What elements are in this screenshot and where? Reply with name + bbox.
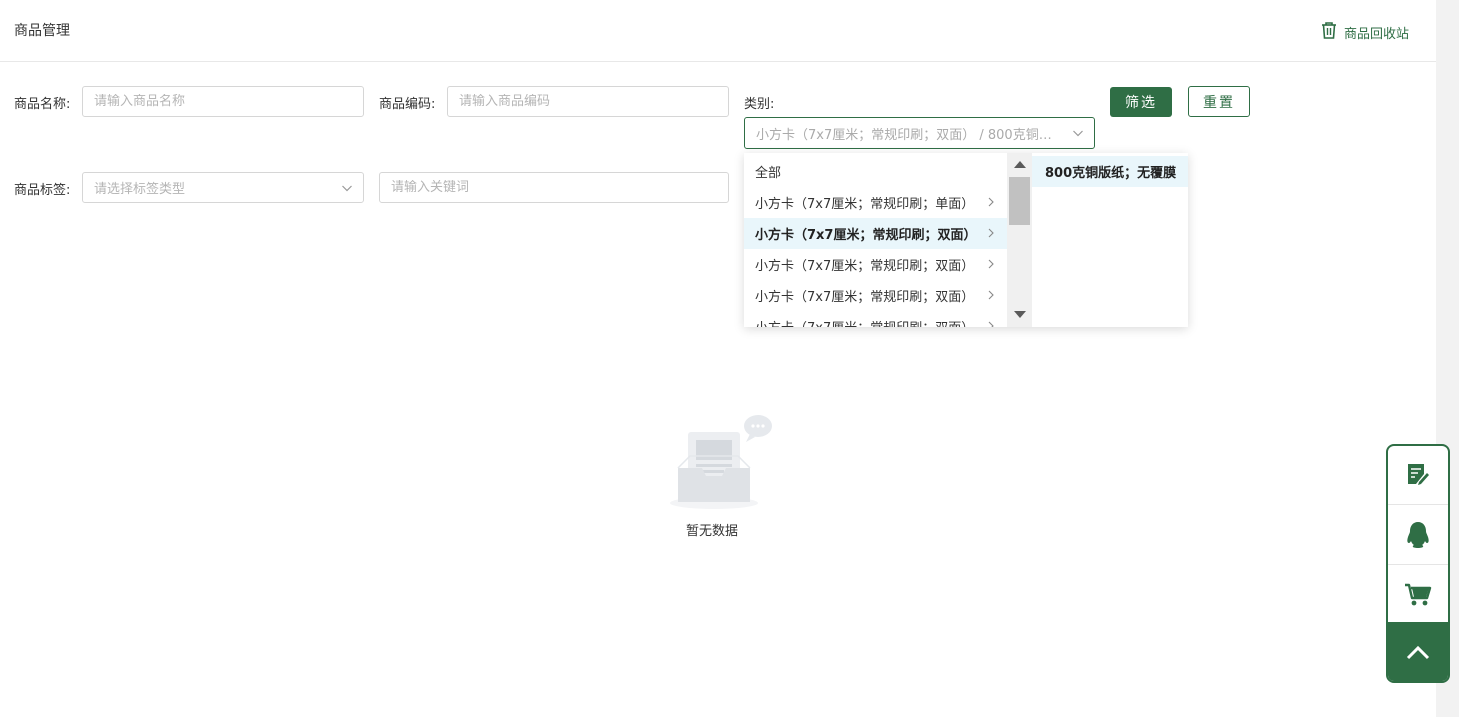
- empty-inbox-icon: [670, 415, 772, 509]
- cascader-option[interactable]: 小方卡（7x7厘米；常规印刷；单面）: [744, 187, 1007, 218]
- chevron-up-icon: [1406, 645, 1430, 659]
- cascader-option[interactable]: 小方卡（7x7厘米；常规印刷；双面）: [744, 280, 1007, 311]
- chevron-right-icon: [988, 197, 994, 207]
- header: 商品管理 商品回收站: [0, 0, 1436, 62]
- scrollbar-thumb[interactable]: [1009, 177, 1030, 225]
- back-to-top-button[interactable]: [1388, 622, 1448, 681]
- product-name-field[interactable]: [82, 86, 364, 117]
- category-label: 类别:: [744, 97, 775, 112]
- cascader-option[interactable]: 小方卡（7x7厘米；常规印刷；双面）: [744, 311, 1007, 327]
- product-code-input[interactable]: [459, 94, 717, 109]
- keyword-field[interactable]: [379, 172, 729, 203]
- cascader-option-label: 小方卡（7x7厘米；常规印刷；双面）: [755, 259, 975, 274]
- cart-button[interactable]: [1388, 566, 1448, 625]
- cascader-option[interactable]: 全部: [744, 156, 1007, 187]
- chevron-right-icon: [988, 259, 994, 269]
- scroll-up-arrow-icon[interactable]: [1014, 161, 1026, 168]
- cascader-option-label: 小方卡（7x7厘米；常规印刷；双面）: [755, 317, 974, 327]
- qq-penguin-icon: [1407, 522, 1429, 548]
- filter-button[interactable]: 筛选: [1110, 87, 1172, 117]
- feedback-button[interactable]: [1388, 446, 1448, 505]
- reset-button[interactable]: 重置: [1188, 86, 1250, 117]
- cascader-option-label: 800克铜版纸；无覆膜: [1045, 166, 1177, 181]
- tag-type-select[interactable]: 请选择标签类型: [82, 172, 364, 203]
- product-name-input[interactable]: [94, 94, 352, 109]
- cascader-option-active[interactable]: 小方卡（7x7厘米；常规印刷；双面）: [744, 218, 1007, 249]
- cascader-option[interactable]: 小方卡（7x7厘米；常规印刷；双面）: [744, 249, 1007, 280]
- recycle-bin-link[interactable]: 商品回收站: [1320, 20, 1409, 44]
- category-cascader-dropdown: 全部 小方卡（7x7厘米；常规印刷；单面） 小方卡（7x7厘米；常规印刷；双面）…: [744, 153, 1188, 327]
- floating-toolbar: [1386, 444, 1450, 683]
- product-code-label: 商品编码:: [379, 97, 436, 112]
- chevron-down-icon: [1073, 130, 1083, 137]
- category-cascader-value: 小方卡（7x7厘米；常规印刷；双面） / 800克铜…: [756, 127, 1052, 143]
- chevron-down-icon: [342, 185, 352, 192]
- page: 商品管理 商品回收站 商品名称: 商品编码: 类别: 小方卡（7x7厘米；常规印…: [0, 0, 1459, 717]
- chevron-right-icon: [988, 228, 994, 238]
- page-title: 商品管理: [14, 23, 70, 39]
- cart-icon: [1405, 583, 1432, 606]
- qq-contact-button[interactable]: [1388, 506, 1448, 565]
- tag-type-placeholder: 请选择标签类型: [94, 182, 186, 197]
- chevron-right-icon: [988, 321, 994, 327]
- empty-state-text: 暂无数据: [686, 524, 739, 539]
- trash-icon: [1320, 20, 1338, 44]
- scroll-down-arrow-icon[interactable]: [1014, 311, 1026, 318]
- empty-state: 暂无数据: [670, 412, 774, 542]
- product-code-field[interactable]: [447, 86, 729, 117]
- cascader-option-label: 小方卡（7x7厘米；常规印刷；双面）: [755, 228, 977, 243]
- cascader-option-label: 小方卡（7x7厘米；常规印刷；单面）: [755, 197, 975, 212]
- keyword-input[interactable]: [391, 180, 717, 195]
- note-edit-icon: [1408, 464, 1429, 485]
- category-cascader[interactable]: 小方卡（7x7厘米；常规印刷；双面） / 800克铜…: [744, 117, 1095, 149]
- chevron-right-icon: [988, 290, 994, 300]
- recycle-bin-label: 商品回收站: [1344, 26, 1410, 42]
- cascader-option-label: 全部: [755, 166, 782, 181]
- cascader-menu-level1: 全部 小方卡（7x7厘米；常规印刷；单面） 小方卡（7x7厘米；常规印刷；双面）…: [744, 153, 1007, 327]
- cascader-scrollbar[interactable]: [1007, 153, 1032, 327]
- cascader-option-active[interactable]: 800克铜版纸；无覆膜: [1032, 156, 1188, 187]
- cascader-menu-level2: 800克铜版纸；无覆膜: [1032, 153, 1188, 327]
- product-name-label: 商品名称:: [14, 97, 71, 112]
- product-tag-label: 商品标签:: [14, 183, 71, 198]
- cascader-option-label: 小方卡（7x7厘米；常规印刷；双面）: [755, 290, 975, 305]
